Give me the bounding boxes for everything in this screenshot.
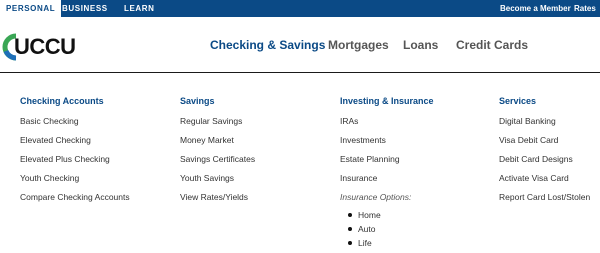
nav-loans[interactable]: Loans xyxy=(403,38,438,52)
menu-link[interactable]: Visa Debit Card xyxy=(499,135,590,154)
tab-personal[interactable]: PERSONAL xyxy=(0,0,62,17)
uccu-logo[interactable]: UCCU xyxy=(0,33,80,61)
menu-link[interactable]: Compare Checking Accounts xyxy=(20,192,130,211)
tab-business[interactable]: BUSINESS xyxy=(62,0,108,17)
menu-column-checking: Checking Accounts Basic Checking Elevate… xyxy=(20,96,130,211)
site-header: UCCU Checking & Savings Mortgages Loans … xyxy=(0,17,600,73)
menu-link[interactable]: Regular Savings xyxy=(180,116,255,135)
menu-link[interactable]: Estate Planning xyxy=(340,154,434,173)
menu-link[interactable]: Youth Savings xyxy=(180,173,255,192)
rates-link[interactable]: Rates xyxy=(574,0,596,17)
list-item[interactable]: Life xyxy=(348,238,434,252)
menu-heading[interactable]: Savings xyxy=(180,96,255,106)
nav-checking-savings[interactable]: Checking & Savings xyxy=(210,38,325,52)
menu-link[interactable]: Savings Certificates xyxy=(180,154,255,173)
nav-mortgages[interactable]: Mortgages xyxy=(328,38,389,52)
menu-link[interactable]: Insurance xyxy=(340,173,434,192)
menu-link[interactable]: Basic Checking xyxy=(20,116,130,135)
menu-link[interactable]: Elevated Checking xyxy=(20,135,130,154)
menu-link[interactable]: IRAs xyxy=(340,116,434,135)
menu-column-services: Services Digital Banking Visa Debit Card… xyxy=(499,96,590,211)
menu-heading[interactable]: Checking Accounts xyxy=(20,96,130,106)
menu-column-savings: Savings Regular Savings Money Market Sav… xyxy=(180,96,255,211)
logo-text: UCCU xyxy=(14,34,76,59)
menu-link[interactable]: Activate Visa Card xyxy=(499,173,590,192)
menu-link[interactable]: Money Market xyxy=(180,135,255,154)
menu-link[interactable]: Youth Checking xyxy=(20,173,130,192)
menu-link[interactable]: Debit Card Designs xyxy=(499,154,590,173)
menu-link[interactable]: Investments xyxy=(340,135,434,154)
nav-credit-cards[interactable]: Credit Cards xyxy=(456,38,528,52)
become-member-link[interactable]: Become a Member xyxy=(500,0,571,17)
top-bar: PERSONAL BUSINESS LEARN Become a Member … xyxy=(0,0,600,17)
header-divider xyxy=(0,72,600,73)
insurance-options-label: Insurance Options: xyxy=(340,192,412,202)
list-item[interactable]: Auto xyxy=(348,224,434,238)
menu-heading[interactable]: Services xyxy=(499,96,590,106)
insurance-options-list: Home Auto Life xyxy=(340,210,434,252)
list-item[interactable]: Home xyxy=(348,210,434,224)
menu-link[interactable]: Elevated Plus Checking xyxy=(20,154,130,173)
menu-heading[interactable]: Investing & Insurance xyxy=(340,96,434,106)
menu-link[interactable]: Digital Banking xyxy=(499,116,590,135)
tab-learn[interactable]: LEARN xyxy=(124,0,155,17)
menu-link[interactable]: Report Card Lost/Stolen xyxy=(499,192,590,211)
menu-link[interactable]: View Rates/Yields xyxy=(180,192,255,211)
menu-column-investing: Investing & Insurance IRAs Investments E… xyxy=(340,96,434,252)
